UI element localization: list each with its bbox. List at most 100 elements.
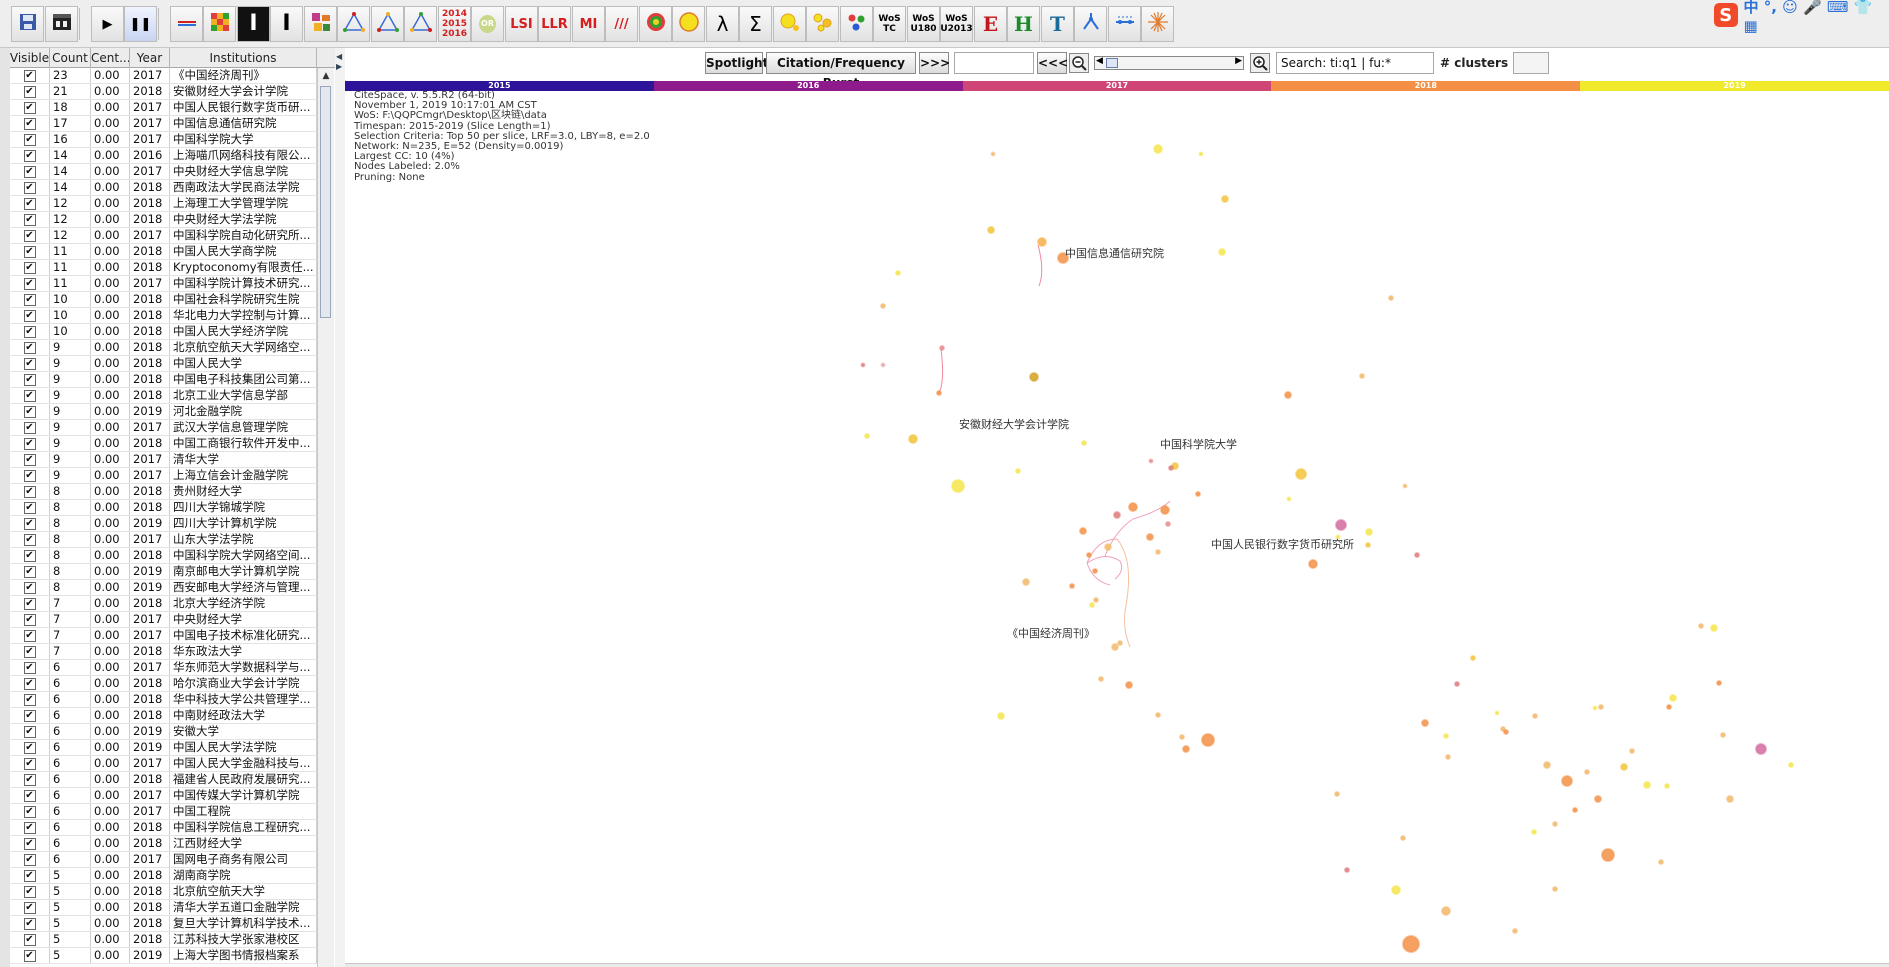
- visible-checkbox-cell[interactable]: ✔: [10, 692, 50, 707]
- visible-checkbox-cell[interactable]: ✔: [10, 660, 50, 675]
- table-row[interactable]: ✔ 8 0.00 2019 南京邮电大学计算机学院: [10, 564, 317, 580]
- collapse-left-icon[interactable]: ◀: [336, 52, 342, 61]
- visible-checkbox-cell[interactable]: ✔: [10, 244, 50, 259]
- table-row[interactable]: ✔ 11 0.00 2018 中国人民大学商学院: [10, 244, 317, 260]
- visible-checkbox[interactable]: ✔: [23, 501, 36, 514]
- visible-checkbox-cell[interactable]: ✔: [10, 532, 50, 547]
- t-icon[interactable]: T: [1041, 6, 1074, 42]
- visible-checkbox[interactable]: ✔: [23, 453, 36, 466]
- network-node[interactable]: [1592, 705, 1598, 711]
- visible-checkbox-cell[interactable]: ✔: [10, 324, 50, 339]
- network-node[interactable]: [936, 390, 942, 396]
- table-row[interactable]: ✔ 8 0.00 2018 四川大学锦城学院: [10, 500, 317, 516]
- table-row[interactable]: ✔ 8 0.00 2018 贵州财经大学: [10, 484, 317, 500]
- citation-burst-button[interactable]: Citation/Frequency Burst: [766, 52, 916, 90]
- visible-checkbox[interactable]: ✔: [23, 181, 36, 194]
- table-row[interactable]: ✔ 9 0.00 2017 武汉大学信息管理学院: [10, 420, 317, 436]
- table-row[interactable]: ✔ 6 0.00 2017 国网电子商务有限公司: [10, 852, 317, 868]
- text-i-black-icon[interactable]: I: [237, 6, 270, 42]
- visible-checkbox[interactable]: ✔: [23, 533, 36, 546]
- save-icon[interactable]: [11, 6, 44, 42]
- network-node[interactable]: [1402, 483, 1408, 489]
- lsi-button[interactable]: LSI: [505, 6, 538, 42]
- network-node[interactable]: [1503, 729, 1509, 735]
- table-row[interactable]: ✔ 9 0.00 2018 中国电子科技集团公司第...: [10, 372, 317, 388]
- triangle-a-icon[interactable]: [337, 6, 370, 42]
- visible-checkbox[interactable]: ✔: [23, 853, 36, 866]
- network-node[interactable]: [1512, 928, 1518, 934]
- table-row[interactable]: ✔ 9 0.00 2018 北京工业大学信息学部: [10, 388, 317, 404]
- table-row[interactable]: ✔ 12 0.00 2018 中央财经大学法学院: [10, 212, 317, 228]
- network-node[interactable]: [1494, 710, 1500, 716]
- network-node[interactable]: [1295, 468, 1307, 480]
- visible-checkbox[interactable]: ✔: [23, 197, 36, 210]
- network-node[interactable]: [1089, 602, 1095, 608]
- visible-checkbox-cell[interactable]: ✔: [10, 916, 50, 931]
- sigma-icon[interactable]: Σ: [739, 6, 772, 42]
- visible-checkbox[interactable]: ✔: [23, 629, 36, 642]
- table-row[interactable]: ✔ 6 0.00 2018 中南财经政法大学: [10, 708, 317, 724]
- visible-checkbox-cell[interactable]: ✔: [10, 772, 50, 787]
- lambda-icon[interactable]: λ: [706, 6, 739, 42]
- visible-checkbox-cell[interactable]: ✔: [10, 676, 50, 691]
- header-institutions[interactable]: Institutions: [170, 48, 317, 68]
- network-node[interactable]: [1335, 519, 1347, 531]
- table-row[interactable]: ✔ 5 0.00 2018 江苏科技大学张家港校区: [10, 932, 317, 948]
- triangle-c-icon[interactable]: [404, 6, 437, 42]
- network-node[interactable]: [1359, 373, 1365, 379]
- network-node[interactable]: [1098, 676, 1104, 682]
- visible-checkbox-cell[interactable]: ✔: [10, 372, 50, 387]
- visible-checkbox-cell[interactable]: ✔: [10, 468, 50, 483]
- network-node[interactable]: [1658, 859, 1664, 865]
- visible-checkbox[interactable]: ✔: [23, 517, 36, 530]
- network-node[interactable]: [1552, 886, 1558, 892]
- network-node[interactable]: [1092, 568, 1098, 574]
- visible-checkbox-cell[interactable]: ✔: [10, 452, 50, 467]
- network-node[interactable]: [1414, 552, 1420, 558]
- network-node[interactable]: [1388, 295, 1394, 301]
- zoom-out-icon[interactable]: [1069, 53, 1089, 73]
- dots-color-icon[interactable]: [840, 6, 873, 42]
- network-node[interactable]: [1594, 795, 1602, 803]
- scroll-up-icon[interactable]: ▲: [318, 68, 334, 84]
- e-icon[interactable]: E: [974, 6, 1007, 42]
- visible-checkbox[interactable]: ✔: [23, 101, 36, 114]
- yellow-circle-icon[interactable]: [672, 6, 705, 42]
- table-row[interactable]: ✔ 5 0.00 2018 湖南商学院: [10, 868, 317, 884]
- network-node[interactable]: [1532, 713, 1538, 719]
- visible-checkbox-cell[interactable]: ✔: [10, 564, 50, 579]
- table-row[interactable]: ✔ 6 0.00 2017 中国工程院: [10, 804, 317, 820]
- network-node[interactable]: [1086, 552, 1092, 558]
- pause-icon[interactable]: ❚❚: [124, 6, 157, 42]
- table-row[interactable]: ✔ 10 0.00 2018 中国人民大学经济学院: [10, 324, 317, 340]
- network-node[interactable]: [1584, 769, 1590, 775]
- node-label[interactable]: 《中国经济周刊》: [1007, 626, 1095, 640]
- target-icon[interactable]: [639, 6, 672, 42]
- visible-checkbox[interactable]: ✔: [23, 293, 36, 306]
- visible-checkbox-cell[interactable]: ✔: [10, 436, 50, 451]
- network-node[interactable]: [1543, 761, 1551, 769]
- network-node[interactable]: [1037, 237, 1047, 247]
- network-node[interactable]: [1104, 543, 1112, 551]
- search-input[interactable]: Search: ti:q1 | fu:*: [1276, 52, 1434, 74]
- network-node[interactable]: [1402, 935, 1420, 953]
- movie-icon[interactable]: [45, 6, 78, 42]
- visible-checkbox-cell[interactable]: ✔: [10, 484, 50, 499]
- network-node[interactable]: [1572, 807, 1578, 813]
- visible-checkbox-cell[interactable]: ✔: [10, 900, 50, 915]
- visible-checkbox-cell[interactable]: ✔: [10, 932, 50, 947]
- sogou-logo-icon[interactable]: S: [1714, 3, 1738, 27]
- visible-checkbox-cell[interactable]: ✔: [10, 196, 50, 211]
- visible-checkbox-cell[interactable]: ✔: [10, 420, 50, 435]
- visible-checkbox[interactable]: ✔: [23, 357, 36, 370]
- visible-checkbox[interactable]: ✔: [23, 837, 36, 850]
- tree-icon[interactable]: [1074, 6, 1107, 42]
- mi-button[interactable]: MI: [572, 6, 605, 42]
- table-row[interactable]: ✔ 9 0.00 2017 上海立信会计金融学院: [10, 468, 317, 484]
- visible-checkbox[interactable]: ✔: [23, 581, 36, 594]
- canvas-hscroll[interactable]: [345, 963, 1889, 967]
- visible-checkbox-cell[interactable]: ✔: [10, 868, 50, 883]
- network-node[interactable]: [1198, 151, 1204, 157]
- line-color-icon[interactable]: [170, 6, 203, 42]
- visible-checkbox[interactable]: ✔: [23, 773, 36, 786]
